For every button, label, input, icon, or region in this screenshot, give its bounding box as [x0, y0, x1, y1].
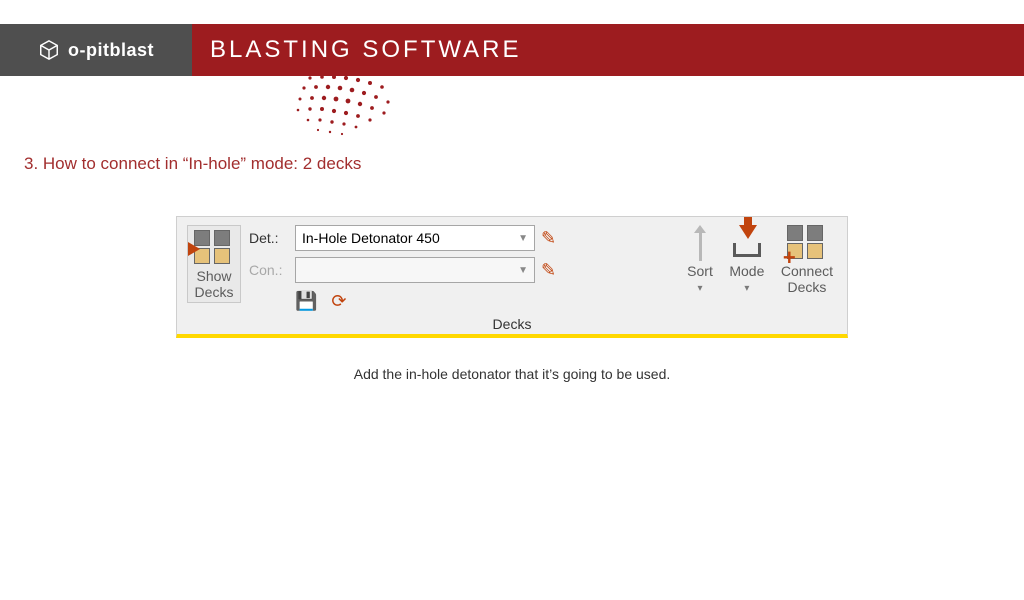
show-decks-label: ShowDecks	[195, 268, 234, 300]
det-label: Det.:	[249, 230, 289, 246]
header-bar: o-pitblast BLASTING SOFTWARE	[0, 24, 1024, 76]
cube-icon	[38, 39, 60, 61]
refresh-icon[interactable]: ⟳	[331, 291, 346, 312]
mode-icon	[729, 225, 765, 261]
mode-label: Mode	[729, 263, 764, 279]
slide-heading: 3. How to connect in “In-hole” mode: 2 d…	[24, 154, 1024, 174]
header-title: BLASTING SOFTWARE	[192, 24, 526, 76]
brand-text: o-pitblast	[68, 40, 154, 61]
ribbon-panel-decks: ShowDecks Det.: In-Hole Detonator 450 ▼ …	[176, 216, 848, 338]
chevron-down-icon: ▼	[518, 265, 528, 276]
con-label: Con.:	[249, 262, 289, 278]
chevron-down-icon: ▾	[697, 283, 702, 294]
detonator-form: Det.: In-Hole Detonator 450 ▼ ✎ Con.: ▼ …	[249, 225, 556, 312]
caption-text: Add the in-hole detonator that it’s goin…	[0, 366, 1024, 382]
edit-detonator-icon[interactable]: ✎	[541, 228, 556, 249]
sort-button[interactable]: Sort ▾	[683, 225, 717, 294]
sort-icon	[693, 225, 707, 261]
show-decks-icon	[192, 230, 236, 266]
mode-button[interactable]: Mode ▾	[725, 225, 769, 294]
chevron-down-icon: ▼	[518, 233, 528, 244]
connect-decks-button[interactable]: + ConnectDecks	[777, 225, 837, 295]
brand-logo: o-pitblast	[0, 24, 192, 76]
detonator-value: In-Hole Detonator 450	[302, 230, 440, 246]
decorative-dots	[290, 72, 430, 142]
detonator-combo[interactable]: In-Hole Detonator 450 ▼	[295, 225, 535, 251]
connector-combo[interactable]: ▼	[295, 257, 535, 283]
ribbon-panel-name: Decks	[187, 316, 837, 332]
connect-decks-icon: +	[785, 225, 829, 261]
edit-connector-icon[interactable]: ✎	[541, 260, 556, 281]
show-decks-button[interactable]: ShowDecks	[187, 225, 241, 303]
save-icon[interactable]: 💾	[295, 291, 317, 312]
sort-label: Sort	[687, 263, 713, 279]
chevron-down-icon: ▾	[744, 283, 749, 294]
